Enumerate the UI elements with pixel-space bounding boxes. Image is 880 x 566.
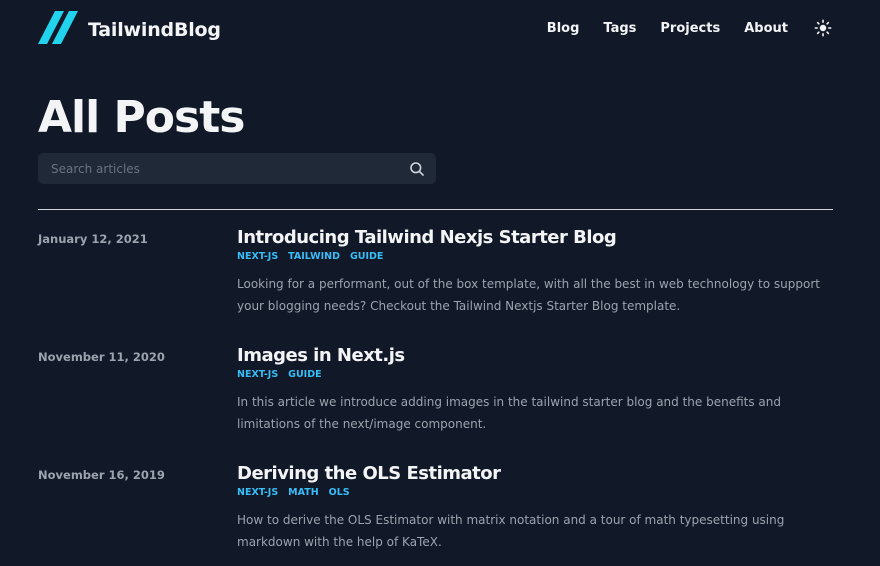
page-title: All Posts xyxy=(38,92,245,143)
post-title-link[interactable]: Deriving the OLS Estimator xyxy=(237,463,833,485)
nav-projects[interactable]: Projects xyxy=(660,21,720,36)
site-header: TailwindBlog Blog Tags Projects About xyxy=(38,0,833,56)
tag-link[interactable]: NEXT-JS xyxy=(237,369,278,380)
post-tags: NEXT-JS TAILWIND GUIDE xyxy=(237,249,833,264)
tag-link[interactable]: GUIDE xyxy=(288,369,321,380)
tag-link[interactable]: GUIDE xyxy=(350,251,383,262)
tag-link[interactable]: NEXT-JS xyxy=(237,251,278,262)
nav-tags[interactable]: Tags xyxy=(603,21,636,36)
post-tags: NEXT-JS MATH OLS xyxy=(237,485,833,500)
nav-about[interactable]: About xyxy=(744,21,788,36)
tag-link[interactable]: NEXT-JS xyxy=(237,487,278,498)
post-tags: NEXT-JS GUIDE xyxy=(237,367,833,382)
post-body: Introducing Tailwind Nexjs Starter Blog … xyxy=(237,227,833,317)
post-title-link[interactable]: Images in Next.js xyxy=(237,345,833,367)
search-box xyxy=(38,153,436,184)
post-summary: In this article we introduce adding imag… xyxy=(237,395,781,431)
post-body: Deriving the OLS Estimator NEXT-JS MATH … xyxy=(237,463,833,553)
logo-text: TailwindBlog xyxy=(88,19,221,41)
tag-link[interactable]: TAILWIND xyxy=(288,251,340,262)
main-nav: Blog Tags Projects About xyxy=(523,18,833,38)
theme-toggle-button[interactable] xyxy=(813,18,833,38)
post-body: Images in Next.js NEXT-JS GUIDE In this … xyxy=(237,345,833,435)
tag-link[interactable]: OLS xyxy=(329,487,350,498)
search-icon xyxy=(410,162,424,176)
sun-icon xyxy=(814,19,832,37)
tag-link[interactable]: MATH xyxy=(288,487,319,498)
post-date: January 12, 2021 xyxy=(38,232,148,246)
post-summary: Looking for a performant, out of the box… xyxy=(237,277,820,313)
post-title-link[interactable]: Introducing Tailwind Nexjs Starter Blog xyxy=(237,227,833,249)
logo-link[interactable]: TailwindBlog xyxy=(38,10,221,44)
search-input[interactable] xyxy=(39,154,435,183)
post-date: November 16, 2019 xyxy=(38,468,165,482)
post-date: November 11, 2020 xyxy=(38,350,165,364)
logo-icon xyxy=(38,10,78,44)
post-summary: How to derive the OLS Estimator with mat… xyxy=(237,513,785,549)
nav-blog[interactable]: Blog xyxy=(547,21,580,36)
divider xyxy=(38,209,833,210)
